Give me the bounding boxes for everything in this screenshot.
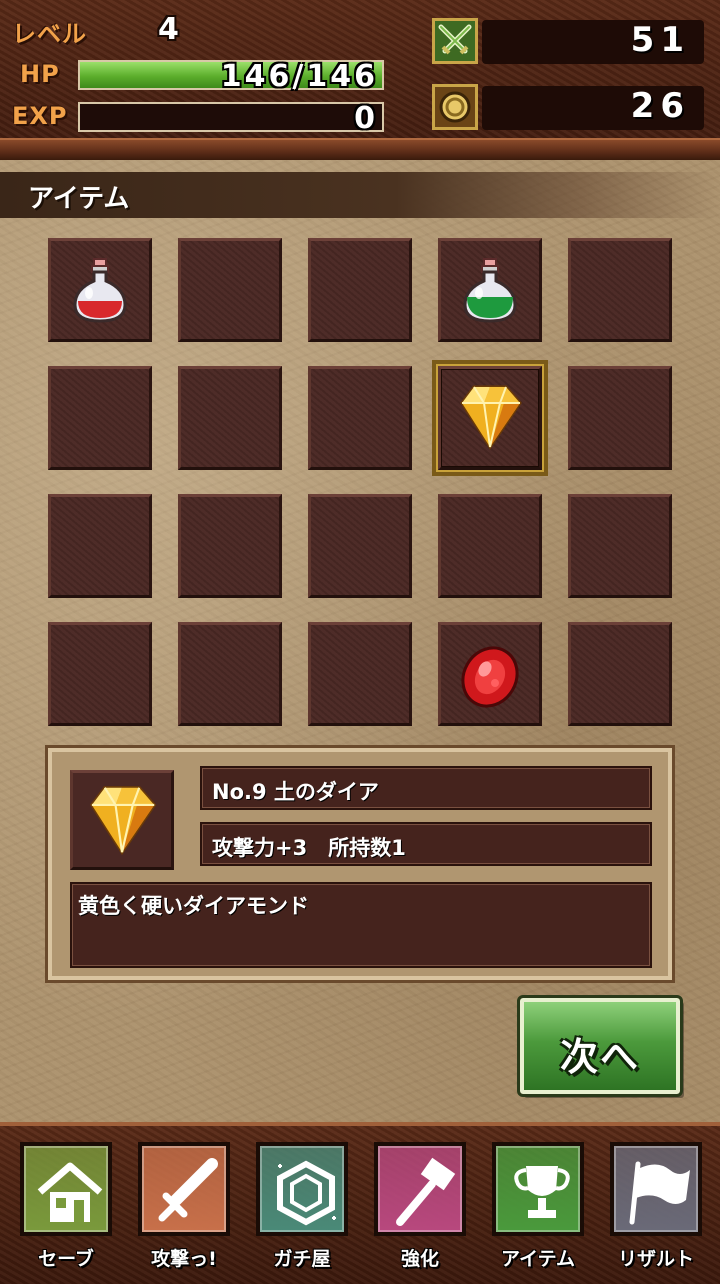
- nav-label: リザルト: [617, 1248, 694, 1270]
- exp-value: 0: [354, 101, 378, 136]
- item-slot[interactable]: [568, 622, 672, 726]
- attack-box: 51: [482, 20, 704, 64]
- coin-box: 26: [482, 86, 704, 130]
- crossed-swords-icon: [432, 18, 478, 64]
- exp-bar: 0: [78, 101, 384, 136]
- nav-label: セーブ: [38, 1248, 94, 1270]
- gem-shop-icon: [277, 1160, 336, 1226]
- nav-icon-frame: [20, 1142, 112, 1236]
- nav-label: 攻撃っ!: [151, 1248, 217, 1270]
- status-bar-border: [0, 138, 720, 160]
- item-slot[interactable]: [438, 622, 542, 726]
- flag-icon: [629, 1161, 690, 1225]
- item-slot[interactable]: [308, 366, 412, 470]
- attack-value: 51: [630, 20, 690, 60]
- item-slot[interactable]: [568, 494, 672, 598]
- item-slot[interactable]: [48, 366, 152, 470]
- nav-icon-frame: [492, 1142, 584, 1236]
- level-value: 4: [158, 12, 179, 47]
- item-slot[interactable]: [568, 366, 672, 470]
- item-slot[interactable]: [48, 622, 152, 726]
- nav-label: ガチ屋: [273, 1248, 331, 1270]
- item-slot[interactable]: [568, 238, 672, 342]
- hp-label: HP: [20, 60, 60, 88]
- nav-item[interactable]: アイテム: [490, 1140, 586, 1280]
- nav-icon-frame: [138, 1142, 230, 1236]
- nav-upgrade[interactable]: 強化: [372, 1140, 468, 1280]
- section-header: アイテム: [0, 172, 720, 218]
- detail-item-icon: [70, 770, 174, 870]
- nav-icon-frame: [610, 1142, 702, 1236]
- section-title: アイテム: [28, 184, 130, 214]
- level-label: レベル: [12, 20, 87, 48]
- yellow-diamond-icon: [89, 786, 157, 856]
- nav-save[interactable]: セーブ: [18, 1140, 114, 1280]
- item-slot[interactable]: [178, 366, 282, 470]
- nav-label: アイテム: [500, 1248, 576, 1270]
- item-slot[interactable]: [308, 622, 412, 726]
- exp-label: EXP: [12, 102, 68, 130]
- item-slot[interactable]: [48, 238, 152, 342]
- trophy-icon: [514, 1166, 570, 1218]
- status-bar: レベル 4 HP 146/146 EXP 0 51 26: [0, 0, 720, 150]
- nav-attack[interactable]: 攻撃っ!: [136, 1140, 232, 1280]
- hp-value: 146/146: [220, 59, 378, 94]
- item-detail-panel: No.9 土のダイア 攻撃力+3 所持数1 黄色く硬いダイアモンド: [45, 745, 675, 983]
- coin-value: 26: [630, 86, 690, 126]
- sword-icon: [158, 1158, 218, 1222]
- item-slot[interactable]: [178, 622, 282, 726]
- coin-icon: [432, 84, 478, 130]
- item-description: 黄色く硬いダイアモンド: [70, 882, 652, 968]
- item-slot[interactable]: [178, 238, 282, 342]
- hammer-icon: [396, 1157, 456, 1226]
- item-slot[interactable]: [308, 494, 412, 598]
- item-slot[interactable]: [438, 494, 542, 598]
- bottom-nav: セーブ 攻撃っ! ガチ屋 強化 アイテム リザルト: [0, 1122, 720, 1284]
- item-slot[interactable]: [308, 238, 412, 342]
- item-name: No.9 土のダイア: [200, 766, 652, 810]
- item-slot[interactable]: [438, 238, 542, 342]
- item-slot[interactable]: [432, 360, 548, 476]
- nav-gacha[interactable]: ガチ屋: [254, 1140, 350, 1280]
- nav-icon-frame: [374, 1142, 466, 1236]
- next-button[interactable]: 次へ: [517, 995, 683, 1097]
- house-icon: [37, 1162, 103, 1222]
- nav-icon-frame: [256, 1142, 348, 1236]
- nav-result[interactable]: リザルト: [608, 1140, 704, 1280]
- next-button-label: 次へ: [559, 1035, 640, 1079]
- item-slot[interactable]: [178, 494, 282, 598]
- hp-bar: 146/146: [78, 59, 384, 94]
- item-slot[interactable]: [48, 494, 152, 598]
- nav-label: 強化: [400, 1248, 439, 1270]
- item-stats: 攻撃力+3 所持数1: [200, 822, 652, 866]
